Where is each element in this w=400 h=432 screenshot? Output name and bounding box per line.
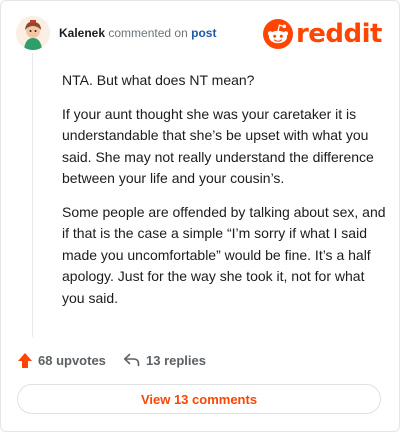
- user-avatar[interactable]: [16, 16, 50, 50]
- comment-card: Kalenek commented on post reddit NTA. Bu…: [0, 0, 400, 432]
- upvote-arrow-icon: [18, 352, 32, 368]
- comment-paragraph: If your aunt thought she was your careta…: [62, 105, 374, 187]
- username[interactable]: Kalenek: [59, 26, 105, 40]
- comment-actions: 68 upvotes 13 replies: [17, 348, 383, 372]
- view-comments-button[interactable]: View 13 comments: [17, 384, 381, 414]
- comment-paragraph: NTA. But what does NT mean?: [62, 72, 255, 88]
- view-comments-label: View 13 comments: [140, 391, 258, 407]
- action-text: commented on: [108, 26, 188, 40]
- comment-paragraph: Some people are offended by talking abou…: [62, 203, 386, 306]
- comment-header: Kalenek commented on post reddit: [16, 16, 384, 52]
- comment-meta: Kalenek commented on post: [59, 26, 216, 40]
- upvote-button[interactable]: 68 upvotes: [17, 348, 106, 372]
- post-link[interactable]: post: [191, 26, 216, 40]
- reddit-logo[interactable]: reddit: [262, 17, 383, 51]
- reddit-wordmark: reddit: [295, 19, 383, 49]
- reply-count: 13 replies: [146, 352, 206, 368]
- comment-body: NTA. But what does NT mean? If your aunt…: [62, 70, 389, 321]
- avatar-illustration: [16, 16, 50, 50]
- thread-line[interactable]: [32, 53, 33, 337]
- upvote-count: 68 upvotes: [38, 352, 106, 368]
- replies-button[interactable]: 13 replies: [123, 348, 206, 372]
- reply-arrow-icon: [124, 353, 140, 367]
- reddit-snoo-icon: [262, 19, 293, 49]
